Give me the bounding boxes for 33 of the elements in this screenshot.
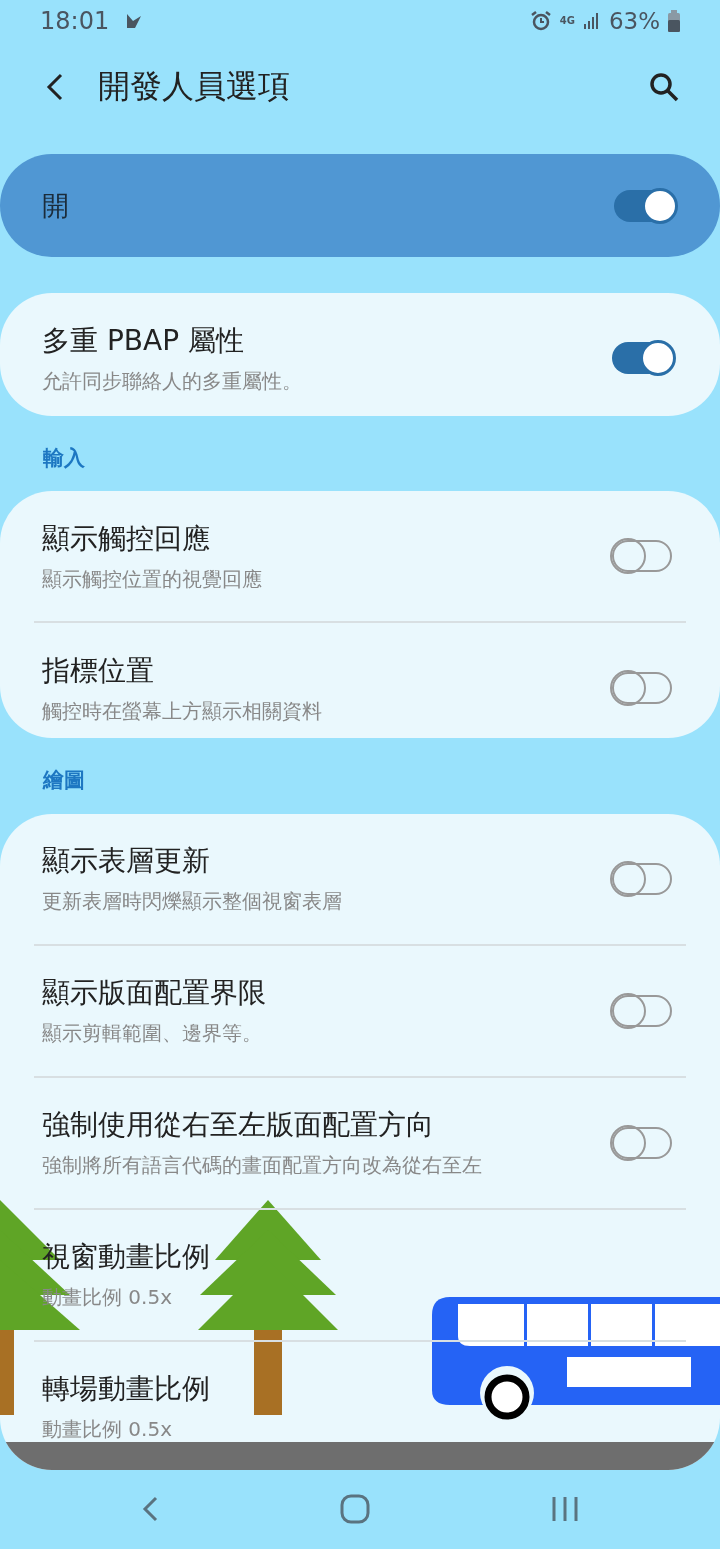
setting-title: 顯示表層更新 — [42, 843, 211, 880]
setting-description: 允許同步聯絡人的多重屬性。 — [42, 367, 303, 395]
page-title: 開發人員選項 — [98, 65, 290, 107]
setting-description: 顯示觸控位置的視覺回應 — [42, 566, 263, 593]
master-switch-label: 開 — [42, 188, 69, 223]
battery-percent: 63% — [608, 7, 660, 34]
setting-title: 強制使用從右至左版面配置方向 — [42, 1107, 435, 1144]
section-header: 繪圖 — [41, 767, 86, 795]
setting-title: 顯示版面配置界限 — [42, 975, 267, 1012]
setting-description: 觸控時在螢幕上方顯示相關資料 — [42, 698, 323, 725]
toggle-switch[interactable] — [612, 540, 672, 573]
toggle-switch[interactable] — [612, 994, 672, 1027]
setting-description: 強制將所有語言代碼的畫面配置方向改為從右至左 — [42, 1152, 483, 1180]
setting-description: 顯示剪輯範圍、邊界等。 — [42, 1020, 263, 1048]
setting-title: 顯示觸控回應 — [42, 521, 211, 557]
toggle-switch[interactable] — [612, 1126, 672, 1159]
toggle-switch[interactable] — [612, 862, 672, 895]
setting-title: 指標位置 — [42, 653, 155, 689]
setting-title: 轉場動畫比例 — [42, 1371, 211, 1408]
alarm-icon — [529, 9, 552, 32]
network-label: 4G — [559, 15, 575, 27]
setting-description: 動畫比例 0.5x — [42, 1416, 173, 1444]
signal-icon — [582, 11, 601, 30]
home-icon[interactable] — [340, 1494, 370, 1525]
search-icon[interactable] — [648, 70, 680, 103]
master-switch-bar[interactable]: 開 — [0, 153, 720, 258]
status-time: 18:01 — [40, 6, 110, 35]
section-header: 輸入 — [42, 444, 86, 472]
setting-title: 多重 PBAP 屬性 — [42, 322, 245, 359]
setting-description: 更新表層時閃爍顯示整個視窗表層 — [42, 888, 343, 916]
battery-icon — [668, 9, 680, 32]
toggle-switch[interactable] — [612, 672, 672, 705]
recent-apps-icon[interactable] — [551, 1496, 580, 1523]
